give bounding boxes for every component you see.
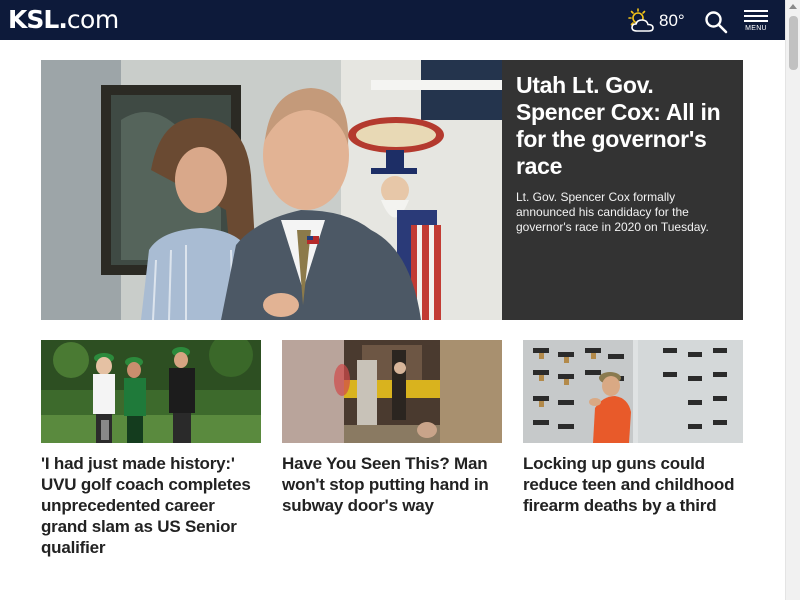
story-headline[interactable]: Have You Seen This? Man won't stop putti… xyxy=(282,453,502,516)
menu-button[interactable]: MENU xyxy=(743,10,769,36)
search-icon xyxy=(705,11,728,34)
hero-photo[interactable] xyxy=(41,60,502,320)
story-card-golf[interactable]: 'I had just made history:' UVU golf coac… xyxy=(41,340,261,558)
subway-photo-illustration xyxy=(282,340,502,443)
story-card-subway[interactable]: Have You Seen This? Man won't stop putti… xyxy=(282,340,502,516)
hamburger-icon-bar xyxy=(744,15,768,17)
hamburger-icon-bar xyxy=(744,20,768,22)
partly-cloudy-icon xyxy=(628,8,654,32)
story-headline[interactable]: Locking up guns could reduce teen and ch… xyxy=(523,453,743,516)
search-button[interactable] xyxy=(704,10,728,34)
logo-tld-text: com xyxy=(66,5,119,34)
golf-photo-illustration xyxy=(41,340,261,443)
scrollbar-thumb[interactable] xyxy=(789,16,798,70)
logo-main-text: KSL xyxy=(8,5,59,34)
ksl-logo[interactable]: KSL.com xyxy=(8,5,119,35)
story-headline[interactable]: 'I had just made history:' UVU golf coac… xyxy=(41,453,261,558)
story-photo-guns[interactable] xyxy=(523,340,743,443)
story-card-guns[interactable]: Locking up guns could reduce teen and ch… xyxy=(523,340,743,516)
hero-headline[interactable]: Utah Lt. Gov. Spencer Cox: All in for th… xyxy=(516,72,729,180)
logo-dot-text: . xyxy=(58,5,67,34)
hero-text-panel[interactable]: Utah Lt. Gov. Spencer Cox: All in for th… xyxy=(502,60,743,320)
hero-photo-illustration xyxy=(41,60,502,320)
vertical-scrollbar[interactable] xyxy=(785,0,800,600)
story-photo-subway[interactable] xyxy=(282,340,502,443)
hero-story[interactable]: Utah Lt. Gov. Spencer Cox: All in for th… xyxy=(41,60,743,320)
hamburger-icon xyxy=(744,10,768,12)
top-navigation-bar: KSL.com 80° MENU xyxy=(0,0,785,40)
hero-summary: Lt. Gov. Spencer Cox formally announced … xyxy=(516,190,709,234)
gun-store-photo-illustration xyxy=(523,340,743,443)
scroll-up-arrow-icon[interactable] xyxy=(789,4,797,9)
weather-widget[interactable]: 80° xyxy=(627,8,685,34)
temperature-text: 80° xyxy=(659,11,685,30)
menu-label: MENU xyxy=(745,25,767,32)
story-photo-golf[interactable] xyxy=(41,340,261,443)
